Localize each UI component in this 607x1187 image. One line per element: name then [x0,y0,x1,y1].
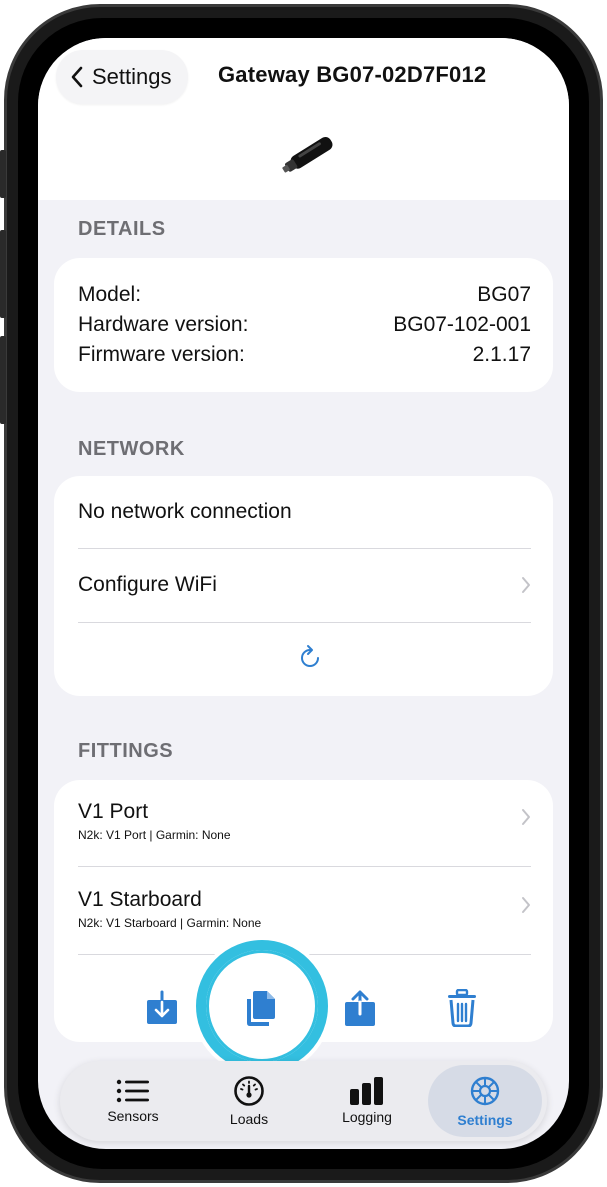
details-card: Model: BG07 Hardware version: BG07-102-0… [54,258,553,392]
phone-side-button [0,336,6,424]
configure-wifi-label: Configure WiFi [78,573,217,596]
phone-side-button [0,230,6,318]
app-screen: Settings Gateway BG07-02D7F012 DETAILS M… [38,38,569,1149]
details-value: BG07-102-001 [393,313,531,336]
back-button-label: Settings [92,64,172,89]
details-value: 2.1.17 [472,343,531,366]
delete-button[interactable] [442,986,482,1030]
chevron-left-icon [71,66,83,88]
divider [78,622,531,623]
tab-logging[interactable]: Logging [312,1061,422,1141]
network-section-label: NETWORK [78,438,185,460]
tab-loads[interactable]: Loads [194,1061,304,1141]
page-title: Gateway BG07-02D7F012 [218,62,487,87]
details-row-model: Model: BG07 [78,280,531,310]
details-label: Model: [78,283,142,306]
header: Settings Gateway BG07-02D7F012 [38,38,569,200]
download-icon [147,990,177,1024]
network-status-text: No network connection [78,500,292,523]
gateway-device-icon [282,136,333,173]
tab-sensors[interactable]: Sensors [78,1061,188,1141]
fitting-row[interactable]: V1 Starboard N2k: V1 Starboard | Garmin:… [78,868,531,954]
details-row-firmware: Firmware version: 2.1.17 [78,340,531,370]
details-value: BG07 [477,283,531,306]
fitting-row[interactable]: V1 Port N2k: V1 Port | Garmin: None [78,780,531,866]
network-status: No network connection [78,476,531,548]
gear-icon [470,1076,500,1106]
refresh-icon[interactable] [298,644,324,674]
fitting-subtitle: N2k: V1 Port | Garmin: None [78,828,231,842]
copy-icon [247,991,275,1027]
divider [78,866,531,867]
details-section-label: DETAILS [78,218,166,240]
details-label: Hardware version: [78,313,249,336]
chevron-right-icon [522,897,530,913]
details-row-hardware: Hardware version: BG07-102-001 [78,310,531,340]
fittings-section-label: FITTINGS [78,740,174,762]
trash-icon [448,989,476,1027]
share-icon [345,990,375,1026]
chevron-right-icon [522,577,530,593]
configure-wifi-row[interactable]: Configure WiFi [78,549,531,621]
bars-icon [350,1077,383,1105]
fitting-name: V1 Starboard [78,888,202,911]
tab-label: Logging [342,1109,392,1125]
fitting-name: V1 Port [78,800,149,823]
share-button[interactable] [340,986,380,1030]
fitting-subtitle: N2k: V1 Starboard | Garmin: None [78,916,262,930]
chevron-right-icon [522,809,530,825]
network-card: No network connection Configure WiFi [54,476,553,696]
tab-label: Sensors [107,1108,159,1124]
tab-label: Loads [229,1111,269,1127]
tab-bar: Sensors Loads Logging Settings [60,1061,547,1141]
phone-side-button [0,150,6,198]
tab-settings[interactable]: Settings [428,1065,542,1137]
list-icon [116,1079,149,1103]
back-button[interactable]: Settings [56,50,188,104]
download-button[interactable] [142,986,182,1030]
details-label: Firmware version: [78,343,245,366]
gauge-icon [234,1076,264,1106]
copy-button[interactable] [242,986,282,1030]
tab-label: Settings [457,1112,513,1128]
